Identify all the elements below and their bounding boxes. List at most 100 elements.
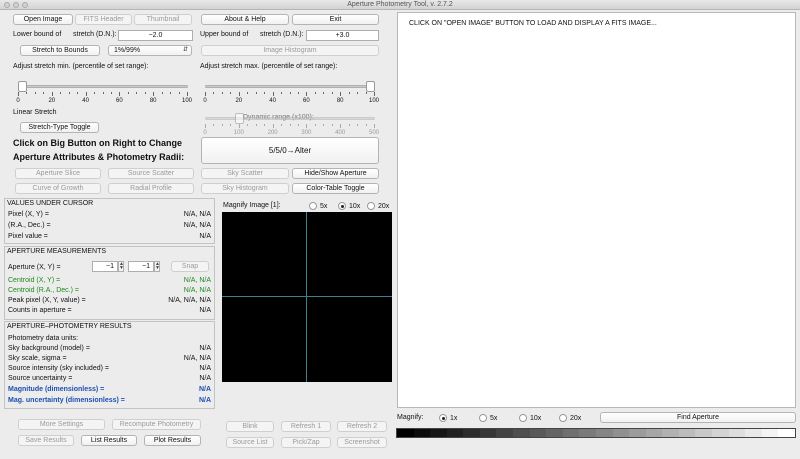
image-display[interactable]: CLICK ON "OPEN IMAGE" BUTTON TO LOAD AND… xyxy=(397,12,796,408)
slider-tick xyxy=(340,92,342,96)
lower-bound-field[interactable]: −2.0 xyxy=(118,30,193,41)
pick-zap-button[interactable]: Pick/Zap xyxy=(281,437,331,448)
about-help-button[interactable]: About & Help xyxy=(201,14,289,25)
x-stepper-icon[interactable]: ▲ ▼ xyxy=(118,261,124,272)
crosshair-horizontal xyxy=(222,296,392,297)
slider-tick xyxy=(119,92,121,96)
chevron-updown-icon: ⇵ xyxy=(182,47,188,53)
color-table-swatch xyxy=(662,429,679,437)
slider-tick-label: 0 xyxy=(16,98,20,104)
magnify-main-5x-radio[interactable] xyxy=(479,414,487,422)
slider-tick xyxy=(357,92,359,94)
slider-track[interactable] xyxy=(18,85,188,88)
aperture-x-field[interactable]: −1 xyxy=(92,261,118,272)
color-table-swatch xyxy=(397,429,414,437)
slider-tick xyxy=(247,124,249,126)
color-table-swatch xyxy=(629,429,646,437)
slider-tick xyxy=(281,124,283,126)
cursor-values-header: VALUES UNDER CURSOR xyxy=(7,200,94,207)
source-scatter-button[interactable]: Source Scatter xyxy=(108,168,194,179)
magnify-main-1x-radio[interactable] xyxy=(439,414,447,422)
sky-scatter-button[interactable]: Sky Scatter xyxy=(201,168,289,179)
slider-tick xyxy=(331,124,333,126)
slider-track[interactable] xyxy=(205,117,375,120)
slider-thumb[interactable] xyxy=(18,81,27,92)
magnify-small-10x-radio[interactable] xyxy=(338,202,346,210)
sky-histogram-button[interactable]: Sky Histogram xyxy=(201,183,289,194)
magnify-main-1x-label: 1x xyxy=(450,415,458,422)
slider-tick-label: 400 xyxy=(335,130,346,136)
stretch-to-bounds-button[interactable]: Stretch to Bounds xyxy=(20,45,100,56)
slider-tick xyxy=(297,92,299,94)
slider-tick xyxy=(43,92,45,94)
slider-tick-label: 40 xyxy=(269,98,276,104)
dynamic-range-slider[interactable]: 0 100 200 300 400 500 xyxy=(203,111,379,137)
screenshot-button[interactable]: Screenshot xyxy=(337,437,387,448)
stretch-min-slider[interactable]: 0 20 40 60 80 100 xyxy=(16,79,192,105)
slider-tick xyxy=(60,92,62,94)
color-table-swatch xyxy=(430,429,447,437)
more-settings-button[interactable]: More Settings xyxy=(18,419,105,430)
exit-button[interactable]: Exit xyxy=(292,14,379,25)
slider-tick xyxy=(297,124,299,126)
slider-tick xyxy=(264,124,266,126)
snap-button[interactable]: Snap xyxy=(171,261,209,272)
aperture-slice-button[interactable]: Aperture Slice xyxy=(15,168,101,179)
save-results-button[interactable]: Save Results xyxy=(18,435,74,446)
slider-tick-label: 80 xyxy=(336,98,344,104)
alter-aperture-button[interactable]: 5/5/0→Alter xyxy=(201,137,379,164)
slider-tick xyxy=(26,92,28,94)
stretch-range-value: 1%/99% xyxy=(114,47,141,54)
slider-tick xyxy=(238,124,240,128)
slider-tick-label: 20 xyxy=(48,98,56,104)
slider-tick xyxy=(374,92,375,96)
curve-of-growth-button[interactable]: Curve of Growth xyxy=(15,183,101,194)
stretch-max-slider[interactable]: 0 20 40 60 80 100 xyxy=(203,79,379,105)
slider-tick xyxy=(110,92,112,94)
slider-tick xyxy=(264,92,266,94)
image-histogram-button[interactable]: Image Histogram xyxy=(201,45,379,56)
adjust-min-label: Adjust stretch min. (percentile of set r… xyxy=(13,63,149,70)
upper-bound-field[interactable]: +3.0 xyxy=(306,30,379,41)
blink-button[interactable]: Blink xyxy=(226,421,274,432)
refresh-2-button[interactable]: Refresh 2 xyxy=(337,421,387,432)
slider-tick xyxy=(205,124,206,128)
magnify-main-10x-radio[interactable] xyxy=(519,414,527,422)
slider-thumb[interactable] xyxy=(235,113,244,124)
slider-tick-label: 60 xyxy=(116,98,123,104)
color-table-bar xyxy=(396,428,796,438)
cursor-values-panel: VALUES UNDER CURSOR Pixel (X, Y) = N/A, N… xyxy=(4,198,215,244)
source-list-button[interactable]: Source List xyxy=(226,437,274,448)
slider-track[interactable] xyxy=(205,85,375,88)
magnify-main-20x-radio[interactable] xyxy=(559,414,567,422)
list-results-button[interactable]: List Results xyxy=(81,435,137,446)
measurement-row: Counts in aperture = N/A xyxy=(8,307,211,314)
fits-header-button[interactable]: FITS Header xyxy=(75,14,132,25)
color-table-toggle-button[interactable]: Color-Table Toggle xyxy=(292,183,379,194)
magnify-small-5x-radio[interactable] xyxy=(309,202,317,210)
slider-tick xyxy=(51,92,53,96)
find-aperture-button[interactable]: Find Aperture xyxy=(600,412,796,423)
photometry-row: Mag. uncertainty (dimensionless) = N/A xyxy=(8,397,211,404)
hide-show-aperture-button[interactable]: Hide/Show Aperture xyxy=(292,168,379,179)
magnifier-view[interactable] xyxy=(222,212,392,382)
refresh-1-button[interactable]: Refresh 1 xyxy=(281,421,331,432)
aperture-position-label: Aperture (X, Y) = xyxy=(8,264,61,271)
radial-profile-button[interactable]: Radial Profile xyxy=(108,183,194,194)
color-table-swatch xyxy=(612,429,630,437)
magnify-small-20x-radio[interactable] xyxy=(367,202,375,210)
stretch-range-select[interactable]: 1%/99% ⇵ xyxy=(108,45,192,56)
title-bar: Aperture Photometry Tool, v. 2.7.2 xyxy=(0,0,800,10)
open-image-button[interactable]: Open Image xyxy=(13,14,73,25)
stretch-type-toggle-button[interactable]: Stretch-Type Toggle xyxy=(20,122,99,133)
slider-thumb[interactable] xyxy=(366,81,375,92)
color-table-swatch xyxy=(479,429,497,437)
aperture-y-field[interactable]: −1 xyxy=(128,261,154,272)
magnify-main-label: Magnify: xyxy=(397,414,424,421)
plot-results-button[interactable]: Plot Results xyxy=(144,435,201,446)
recompute-photometry-button[interactable]: Recompute Photometry xyxy=(112,419,201,430)
slider-ticks xyxy=(18,92,188,96)
aperture-instruction-line1: Click on Big Button on Right to Change xyxy=(13,138,182,148)
thumbnail-button[interactable]: Thumbnail xyxy=(134,14,192,25)
y-stepper-icon[interactable]: ▲ ▼ xyxy=(154,261,160,272)
